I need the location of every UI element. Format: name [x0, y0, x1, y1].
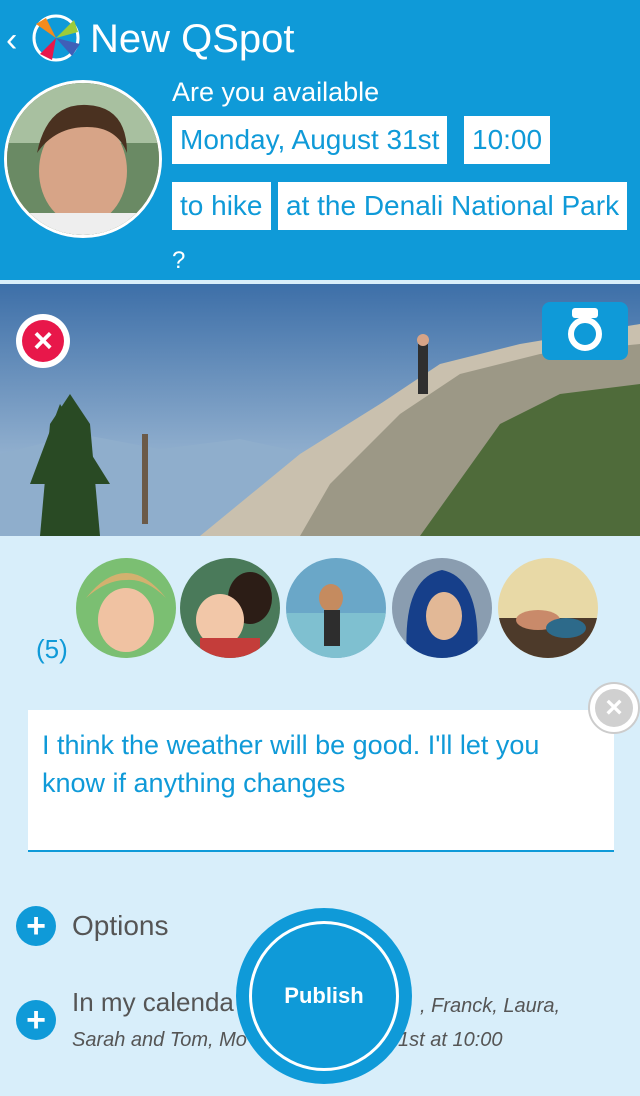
- qspot-logo-icon: [32, 14, 80, 62]
- calendar-detail-line2b: 1st at 10:00: [398, 1029, 503, 1051]
- friend-avatar-5-photo: [498, 558, 598, 658]
- calendar-plus-icon[interactable]: +: [16, 1000, 56, 1040]
- options-plus-icon[interactable]: +: [16, 906, 56, 946]
- page-title: New QSpot: [90, 17, 295, 61]
- back-chevron-icon[interactable]: ‹: [6, 20, 17, 60]
- camera-button[interactable]: [542, 302, 628, 360]
- clear-comment-icon: ×: [595, 689, 633, 727]
- friend-avatar-3[interactable]: [286, 558, 386, 658]
- comment-text[interactable]: I think the weather will be good. I'll l…: [42, 726, 600, 802]
- remove-photo-icon: ×: [22, 320, 64, 362]
- friend-avatar-1[interactable]: [76, 558, 176, 658]
- time-chip[interactable]: 10:00: [464, 116, 551, 164]
- user-avatar-photo: [7, 83, 159, 235]
- friend-avatar-4-photo: [392, 558, 492, 658]
- remove-photo-button[interactable]: ×: [16, 314, 70, 368]
- calendar-detail-line1: , Franck, Laura,: [420, 995, 561, 1017]
- friend-avatar-2-photo: [180, 558, 280, 658]
- question-mark: ?: [172, 247, 186, 274]
- friend-avatar-2[interactable]: [180, 558, 280, 658]
- friend-avatar-3-photo: [286, 558, 386, 658]
- date-chip[interactable]: Monday, August 31st: [172, 116, 448, 164]
- calendar-label[interactable]: In my calenda: [72, 984, 234, 1020]
- friend-avatar-4[interactable]: [392, 558, 492, 658]
- clear-comment-button[interactable]: ×: [588, 682, 640, 734]
- options-label[interactable]: Options: [72, 906, 169, 946]
- comment-box[interactable]: I think the weather will be good. I'll l…: [28, 710, 614, 852]
- user-avatar[interactable]: [4, 80, 162, 238]
- publish-button[interactable]: Publish: [236, 908, 412, 1084]
- camera-icon: [568, 308, 602, 351]
- activity-chip[interactable]: to hike: [172, 182, 271, 230]
- friend-avatar-5[interactable]: [498, 558, 598, 658]
- location-chip[interactable]: at the Denali National Park: [278, 182, 628, 230]
- availability-question: Are you available: [172, 77, 380, 107]
- friend-avatar-1-photo: [76, 558, 176, 658]
- publish-label: Publish: [249, 921, 399, 1071]
- friends-count: (5): [36, 634, 68, 664]
